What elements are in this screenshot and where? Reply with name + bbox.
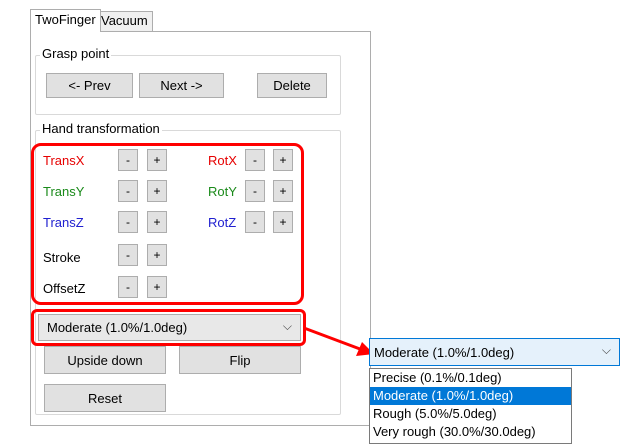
- flip-button[interactable]: Flip: [179, 346, 301, 374]
- rot-x-minus-button[interactable]: -: [245, 149, 265, 171]
- grasp-point-title: Grasp point: [40, 46, 112, 61]
- precision-options-list: Precise (0.1%/0.1deg) Moderate (1.0%/1.0…: [369, 368, 572, 444]
- option-rough[interactable]: Rough (5.0%/5.0deg): [370, 405, 571, 423]
- next-button[interactable]: Next ->: [139, 73, 224, 98]
- option-very-rough[interactable]: Very rough (30.0%/30.0deg): [370, 423, 571, 441]
- trans-x-minus-button[interactable]: -: [118, 149, 138, 171]
- tab-twofinger-label: TwoFinger: [35, 12, 96, 27]
- reset-button[interactable]: Reset: [44, 384, 166, 412]
- trans-x-label: TransX: [43, 153, 85, 168]
- rot-x-plus-button[interactable]: +: [273, 149, 293, 171]
- tab-vacuum-label: Vacuum: [101, 13, 148, 28]
- precision-select-highlight: [31, 309, 306, 346]
- option-moderate[interactable]: Moderate (1.0%/1.0deg): [370, 387, 571, 405]
- stroke-label: Stroke: [43, 250, 81, 265]
- trans-y-minus-button[interactable]: -: [118, 180, 138, 202]
- stroke-minus-button[interactable]: -: [118, 244, 138, 266]
- offset-z-minus-button[interactable]: -: [118, 276, 138, 298]
- trans-y-plus-button[interactable]: +: [147, 180, 167, 202]
- rot-z-plus-button[interactable]: +: [273, 211, 293, 233]
- precision-select-expanded-value: Moderate (1.0%/1.0deg): [374, 344, 515, 360]
- hand-transformation-title: Hand transformation: [40, 121, 162, 136]
- rot-z-minus-button[interactable]: -: [245, 211, 265, 233]
- offset-z-label: OffsetZ: [43, 281, 86, 296]
- rot-y-minus-button[interactable]: -: [245, 180, 265, 202]
- precision-select-expanded[interactable]: Moderate (1.0%/1.0deg) ⌵: [369, 338, 620, 366]
- chevron-down-icon: ⌵: [601, 343, 611, 357]
- trans-z-plus-button[interactable]: +: [147, 211, 167, 233]
- pointer-arrow-icon: [303, 326, 374, 356]
- tab-twofinger[interactable]: TwoFinger: [30, 9, 101, 32]
- stroke-plus-button[interactable]: +: [147, 244, 167, 266]
- option-precise[interactable]: Precise (0.1%/0.1deg): [370, 369, 571, 387]
- upside-down-button[interactable]: Upside down: [44, 346, 166, 374]
- offset-z-plus-button[interactable]: +: [147, 276, 167, 298]
- delete-button[interactable]: Delete: [257, 73, 327, 98]
- rot-y-plus-button[interactable]: +: [273, 180, 293, 202]
- rot-y-label: RotY: [208, 184, 237, 199]
- trans-x-plus-button[interactable]: +: [147, 149, 167, 171]
- trans-z-minus-button[interactable]: -: [118, 211, 138, 233]
- trans-z-label: TransZ: [43, 215, 84, 230]
- rot-x-label: RotX: [208, 153, 237, 168]
- rot-z-label: RotZ: [208, 215, 237, 230]
- trans-y-label: TransY: [43, 184, 85, 199]
- tab-vacuum[interactable]: Vacuum: [96, 11, 153, 31]
- prev-button[interactable]: <- Prev: [46, 73, 133, 98]
